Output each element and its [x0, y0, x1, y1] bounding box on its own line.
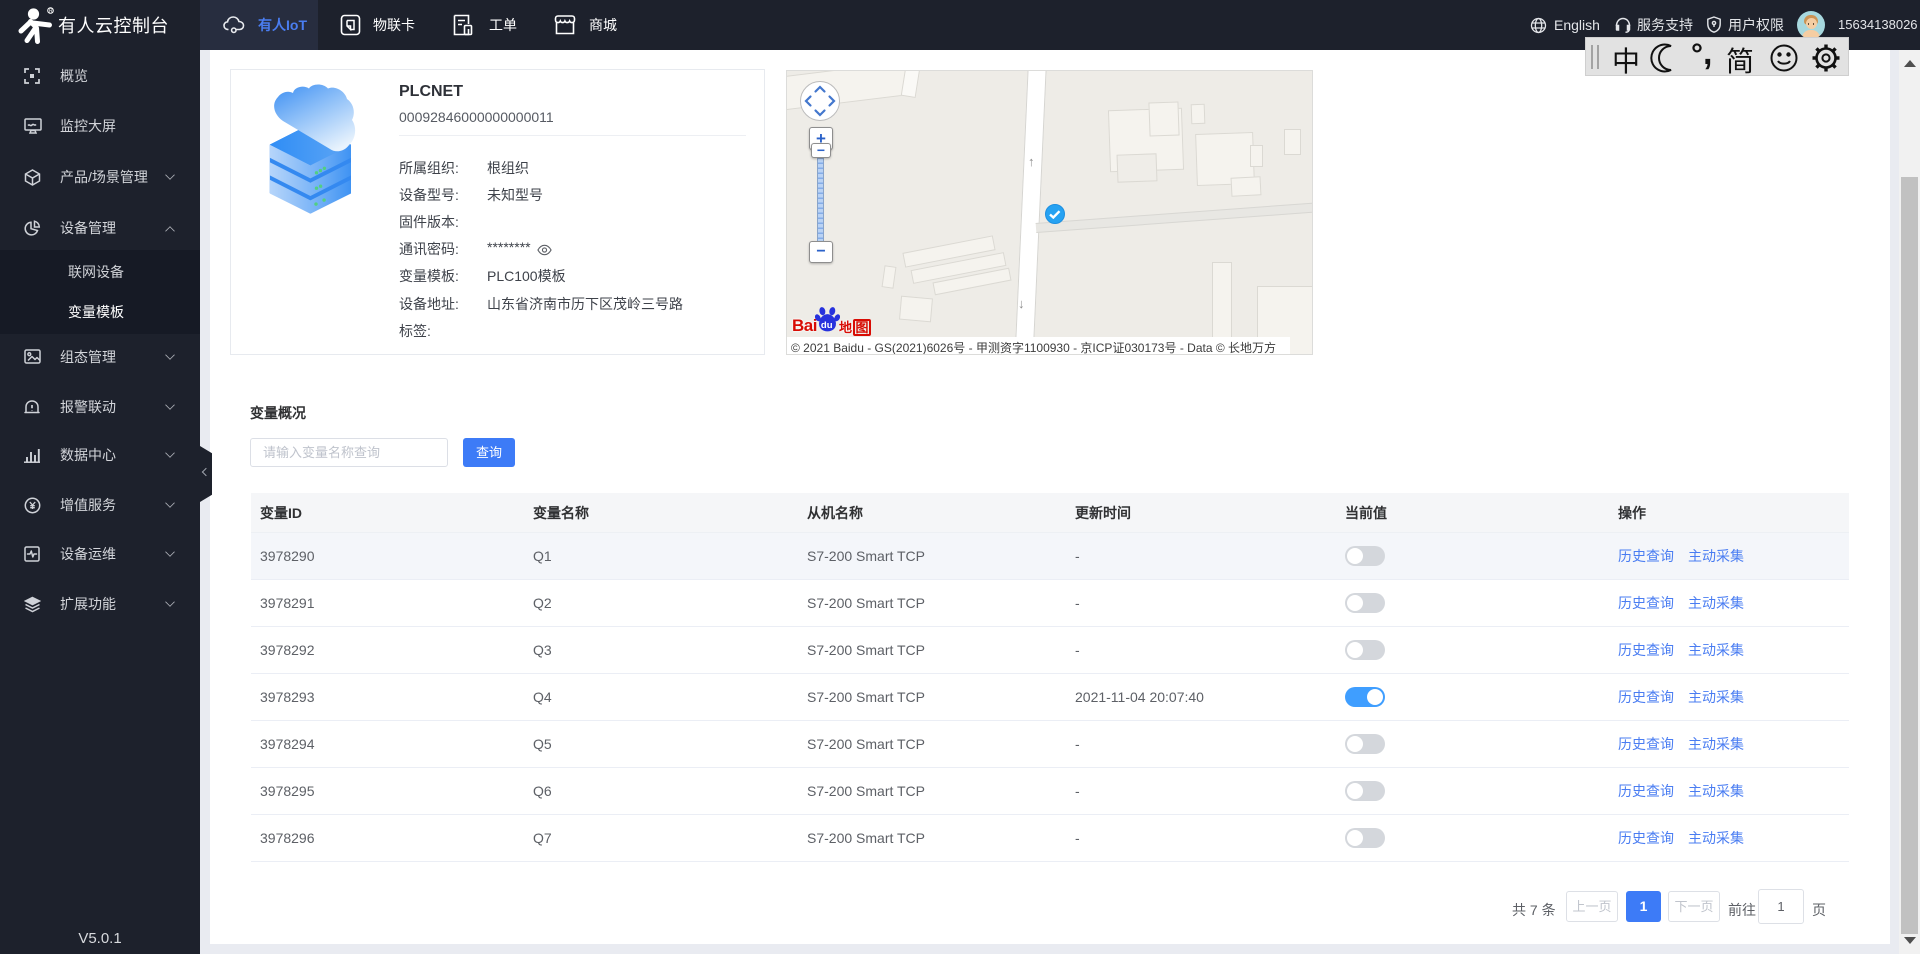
svg-text:du: du: [821, 320, 833, 331]
svg-text:R: R: [49, 9, 53, 15]
